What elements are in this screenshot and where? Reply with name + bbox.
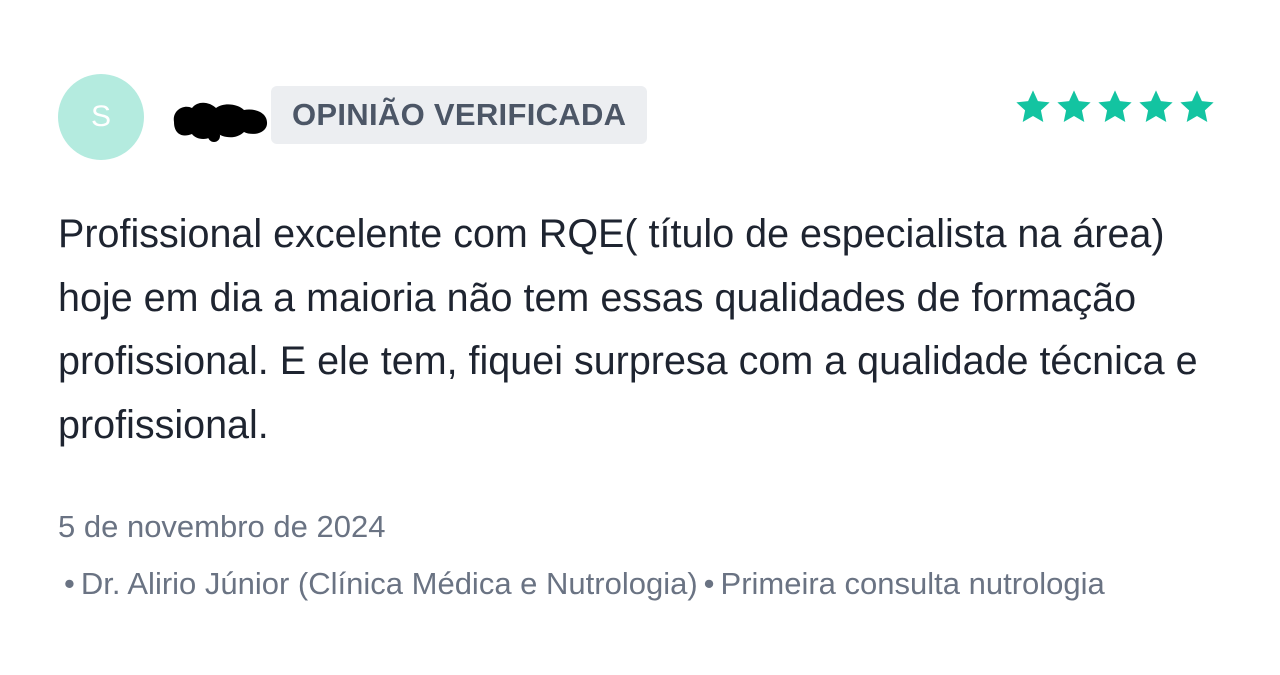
star-icon [1180, 90, 1214, 123]
star-icon [1016, 90, 1050, 123]
star-icon [1139, 90, 1173, 123]
bullet-separator: • [64, 566, 75, 601]
verified-opinion-badge: OPINIÃO VERIFICADA [271, 86, 648, 144]
rating-stars [1014, 88, 1216, 126]
service-name: Primeira consulta nutrologia [720, 566, 1105, 601]
review-header: S OPINIÃO VERIFICADA [58, 74, 1218, 160]
review-meta: • Dr. Alirio Júnior (Clínica Médica e Nut… [58, 558, 1158, 610]
bullet-separator: • [703, 566, 715, 601]
doctor-name: Dr. Alirio Júnior (Clínica Médica e Nutr… [80, 566, 698, 601]
review-date: 5 de novembro de 2024 [58, 509, 386, 544]
avatar-initial: S [90, 100, 111, 133]
star-icon [1057, 90, 1091, 123]
star-icon [1098, 90, 1132, 123]
avatar: S [58, 74, 144, 160]
review-card: S OPINIÃO VERIFICADA Profissional excele… [0, 0, 1280, 675]
review-text: Profissional excelente com RQE( título d… [58, 212, 1198, 447]
redacted-author-name [173, 102, 268, 142]
